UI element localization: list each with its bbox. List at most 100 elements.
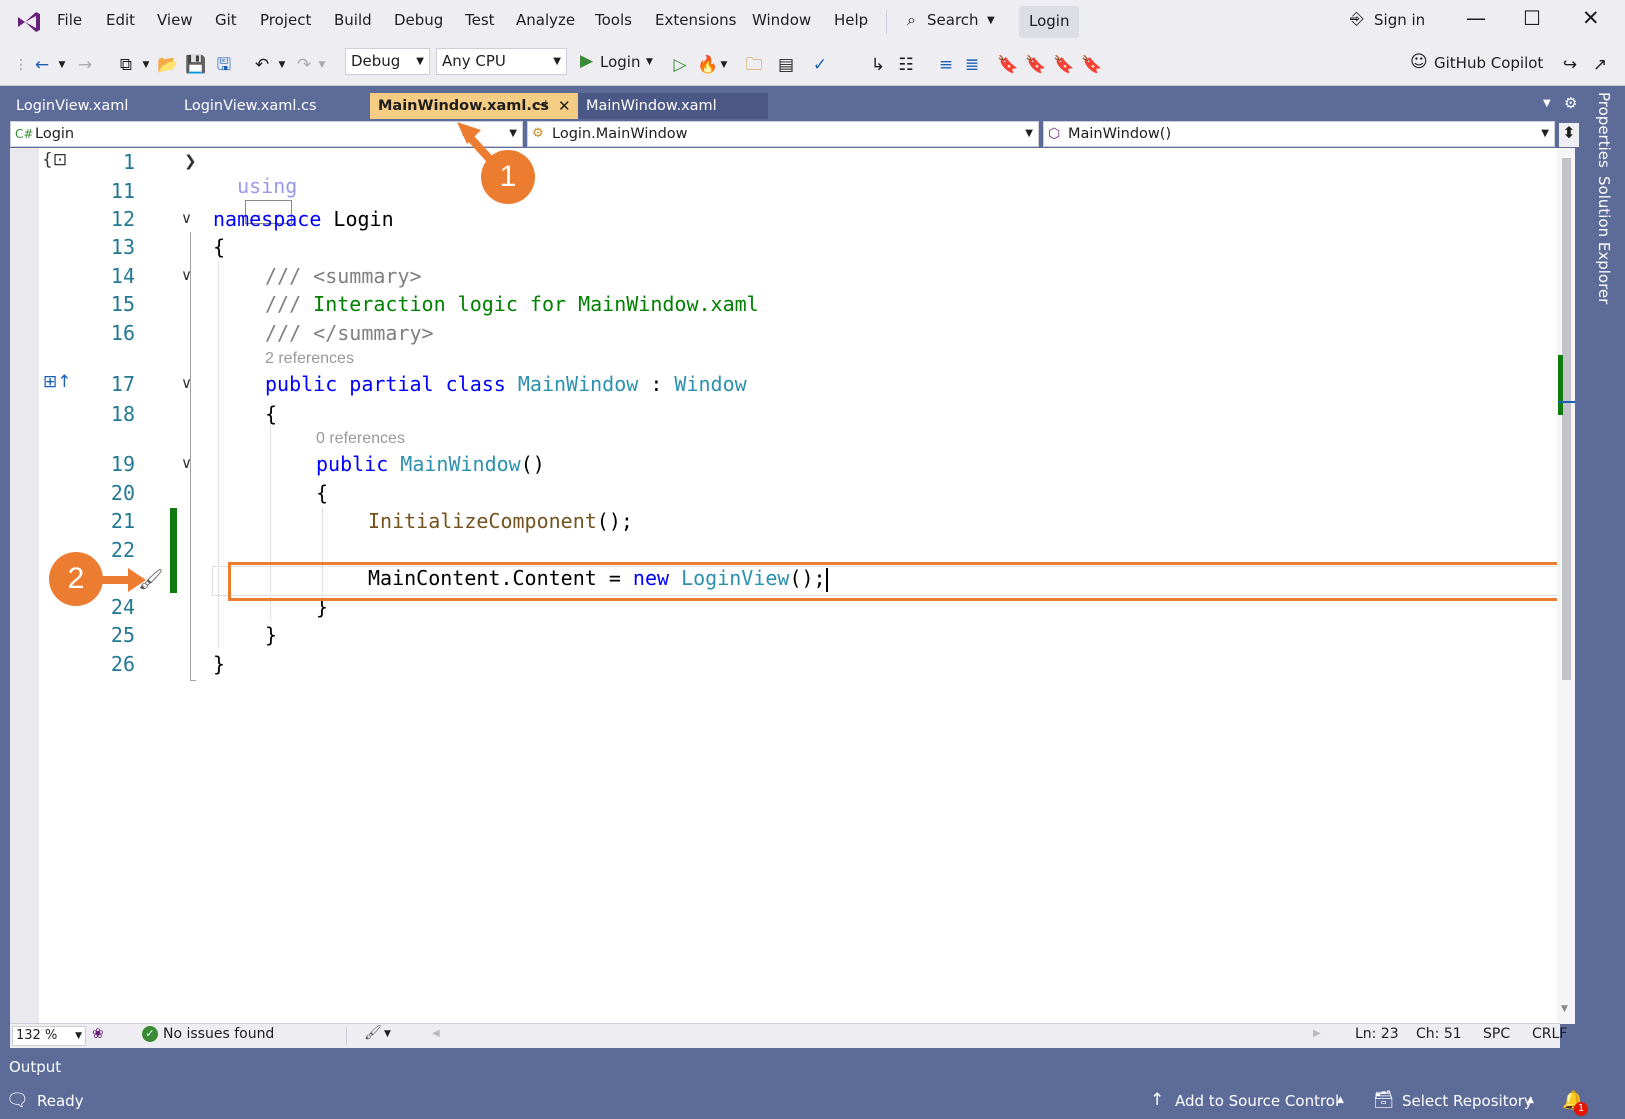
gear-icon[interactable]: ⚙ [1564, 94, 1577, 112]
close-tab-icon[interactable]: ✕ [558, 93, 571, 119]
open-file-icon[interactable]: 📂 [156, 53, 180, 77]
code-line-13[interactable]: { [213, 235, 225, 259]
tab-loginview-xaml[interactable]: LoginView.xaml [8, 93, 172, 119]
hot-reload-icon[interactable]: 🔥 [696, 53, 720, 77]
chevron-up-icon[interactable]: ▲ [1337, 1095, 1344, 1105]
scroll-left-icon[interactable]: ◀ [432, 1028, 440, 1039]
menu-build[interactable]: Build [334, 11, 372, 29]
scroll-right-icon[interactable]: ▶ [1313, 1028, 1321, 1039]
new-project-icon[interactable]: ⧉ [114, 53, 138, 77]
tab-loginview-xaml-cs[interactable]: LoginView.xaml.cs [176, 93, 366, 119]
code-line-20[interactable]: { [316, 481, 328, 505]
format-icon[interactable]: ☷ [894, 53, 918, 77]
chevron-down-icon[interactable]: ▼ [276, 53, 288, 77]
chevron-down-icon[interactable]: ▼ [718, 53, 730, 77]
scrollbar-thumb[interactable] [1562, 158, 1571, 680]
menu-edit[interactable]: Edit [106, 11, 135, 29]
code-line-25[interactable]: } [265, 623, 277, 647]
solution-name-badge[interactable]: Login [1019, 6, 1079, 38]
chevron-down-icon[interactable]: ▼ [140, 53, 152, 77]
previous-bookmark-icon[interactable]: 🔖 [1024, 53, 1048, 77]
solution-configuration-dropdown[interactable]: Debug ▼ [345, 48, 430, 75]
menu-extensions[interactable]: Extensions [655, 11, 736, 29]
scroll-down-icon[interactable]: ▼ [1561, 1004, 1568, 1014]
code-line-15[interactable]: /// Interaction logic for MainWindow.xam… [265, 292, 759, 316]
menu-help[interactable]: Help [834, 11, 868, 29]
save-icon[interactable]: 💾 [184, 53, 208, 77]
intellicode-icon[interactable]: ❀ [92, 1026, 104, 1042]
bookmark-icon[interactable]: 🔖 [996, 53, 1020, 77]
solution-platform-dropdown[interactable]: Any CPU ▼ [436, 48, 567, 75]
code-line-17[interactable]: public partial class MainWindow : Window [265, 372, 747, 396]
codelens-references[interactable]: 2 references [265, 350, 354, 368]
tab-mainwindow-xaml-cs[interactable]: MainWindow.xaml.cs ⊣ ✕ [370, 93, 578, 119]
chevron-down-icon[interactable]: ▼ [316, 53, 328, 77]
line-indicator[interactable]: Ln: 23 [1355, 1026, 1399, 1042]
output-pane-tab[interactable]: Output [0, 1048, 1585, 1084]
code-line-18[interactable]: { [265, 402, 277, 426]
chevron-down-icon[interactable]: ▼ [384, 1029, 391, 1039]
solution-explorer-icon[interactable]: 🗀 [742, 53, 766, 77]
member-dropdown[interactable]: ⬡ MainWindow() ▼ [1043, 121, 1555, 147]
menu-project[interactable]: Project [260, 11, 311, 29]
github-copilot-button[interactable]: ☺ GitHub Copilot [1410, 49, 1550, 79]
chevron-down-icon[interactable]: ▼ [56, 53, 68, 77]
tab-overflow-icon[interactable]: ▼ [1543, 98, 1551, 109]
menu-test[interactable]: Test [465, 11, 495, 29]
navigate-back-icon[interactable]: ← [30, 53, 54, 77]
menu-file[interactable]: File [57, 11, 82, 29]
whitespace-indicator[interactable]: SPC [1483, 1026, 1510, 1042]
issues-status[interactable]: No issues found [163, 1026, 274, 1042]
code-line-19[interactable]: public MainWindow() [316, 452, 545, 476]
share-icon[interactable]: ↪ [1558, 53, 1582, 77]
tab-mainwindow-xaml[interactable]: MainWindow.xaml [578, 93, 768, 119]
minimize-button[interactable]: — [1466, 6, 1486, 30]
column-indicator[interactable]: Ch: 51 [1416, 1026, 1462, 1042]
project-dropdown[interactable]: C# Login ▼ [10, 121, 523, 147]
next-bookmark-icon[interactable]: 🔖 [1052, 53, 1076, 77]
type-dropdown[interactable]: ⚙ Login.MainWindow ▼ [527, 121, 1039, 147]
close-window-button[interactable]: ✕ [1582, 6, 1600, 30]
feedback-icon[interactable]: ↗ [1588, 53, 1612, 77]
split-editor-icon[interactable]: ⬍ [1559, 123, 1579, 147]
codelens-references[interactable]: 0 references [316, 430, 405, 448]
menu-git[interactable]: Git [215, 11, 237, 29]
uncomment-lines-icon[interactable]: ≣ [960, 53, 984, 77]
step-into-icon[interactable]: ↳ [866, 53, 890, 77]
undo-icon[interactable]: ↶ [250, 53, 274, 77]
notifications-button[interactable]: 🔔 1 [1560, 1088, 1590, 1116]
line-ending-indicator[interactable]: CRLF [1532, 1026, 1567, 1042]
code-line-12[interactable]: namespace Login [213, 207, 394, 231]
menu-window[interactable]: Window [752, 11, 811, 29]
navigate-forward-icon[interactable]: → [73, 53, 97, 77]
code-line-14[interactable]: /// <summary> [265, 264, 422, 288]
menu-tools[interactable]: Tools [595, 11, 632, 29]
menu-analyze[interactable]: Analyze [516, 11, 575, 29]
comment-lines-icon[interactable]: ≡ [934, 53, 958, 77]
code-line-26[interactable]: } [213, 652, 225, 676]
sign-in-button[interactable]: Sign in [1374, 11, 1425, 29]
start-without-debugging-icon[interactable]: ▷ [668, 53, 692, 77]
add-to-source-control-button[interactable]: Add to Source Control [1175, 1092, 1339, 1110]
search-box[interactable]: ⌕ Search ▼ [905, 6, 1005, 38]
zoom-dropdown[interactable]: 132 % ▼ [12, 1026, 86, 1046]
maximize-button[interactable]: ☐ [1523, 6, 1541, 30]
pin-icon[interactable]: ⊣ [536, 93, 547, 119]
class-inheritance-icon[interactable]: ⊞↑ [43, 372, 72, 392]
select-repository-button[interactable]: Select Repository [1402, 1092, 1533, 1110]
expand-icon[interactable]: ❯ [184, 152, 197, 170]
code-line-16[interactable]: /// </summary> [265, 321, 434, 345]
vertical-scrollbar[interactable]: ▼ [1557, 148, 1575, 1024]
chevron-up-icon[interactable]: ▲ [1527, 1095, 1534, 1105]
menu-view[interactable]: View [157, 11, 193, 29]
namespace-scope-icon[interactable]: {⊡ [42, 150, 67, 170]
solution-explorer-tab[interactable]: Solution Explorer [1595, 176, 1613, 304]
window-layout-icon[interactable]: ▤ [774, 53, 798, 77]
start-debugging-button[interactable]: ▶ Login ▼ [578, 48, 660, 78]
save-all-icon[interactable]: 🖫 [212, 53, 236, 77]
collapse-icon[interactable]: ∨ [181, 209, 192, 227]
code-cleanup-icon[interactable]: 🖌 [364, 1025, 382, 1041]
spell-check-icon[interactable]: ✓ [808, 53, 832, 77]
properties-tab[interactable]: Properties [1595, 92, 1613, 168]
clear-bookmarks-icon[interactable]: 🔖 [1080, 53, 1104, 77]
